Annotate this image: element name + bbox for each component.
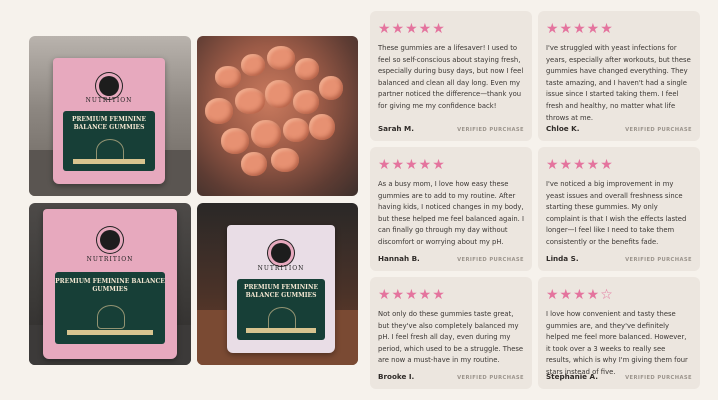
gummy xyxy=(205,98,233,124)
sun-logo-icon xyxy=(271,242,291,263)
sun-logo-icon xyxy=(100,230,120,250)
product-pouch: NUTRITION PREMIUM FEMININE BALANCE GUMMI… xyxy=(43,209,177,359)
pouch-product-name: PREMIUM FEMININE BALANCE GUMMIES xyxy=(71,115,147,131)
star-rating-icon: ★★★★★ xyxy=(546,21,614,37)
gummy xyxy=(309,114,335,140)
star-rating-icon: ★★★★★ xyxy=(378,21,446,37)
review-footer: Linda S. VERIFIED PURCHASE xyxy=(546,254,692,263)
review-text: As a busy mom, I love how easy these gum… xyxy=(378,180,525,246)
gummies-photo xyxy=(197,36,358,196)
product-photo-2: NUTRITION PREMIUM FEMININE BALANCE GUMMI… xyxy=(29,203,191,365)
pouch-band xyxy=(73,158,145,164)
gummy xyxy=(293,90,319,114)
review-text: Not only do these gummies taste great, b… xyxy=(378,310,524,365)
gummy xyxy=(241,152,267,176)
gummy xyxy=(235,88,265,114)
product-pouch: NUTRITION PREMIUM FEMININE BALANCE GUMMI… xyxy=(227,225,335,353)
gummy xyxy=(221,128,249,154)
review-card: ★★★★☆ I love how convenient and tasty th… xyxy=(538,277,700,389)
review-card: ★★★★★ As a busy mom, I love how easy the… xyxy=(370,147,532,271)
verified-purchase-badge: VERIFIED PURCHASE xyxy=(625,127,692,133)
pouch-band xyxy=(246,327,316,333)
gummy xyxy=(251,120,281,148)
verified-purchase-badge: VERIFIED PURCHASE xyxy=(625,375,692,381)
pouch-band xyxy=(67,330,153,335)
gummy xyxy=(267,46,295,70)
verified-purchase-badge: VERIFIED PURCHASE xyxy=(457,375,524,381)
review-card: ★★★★★ I've struggled with yeast infectio… xyxy=(538,11,700,141)
review-footer: Sarah M. VERIFIED PURCHASE xyxy=(378,124,524,133)
verified-purchase-badge: VERIFIED PURCHASE xyxy=(457,257,524,263)
gummy xyxy=(265,80,293,108)
sun-logo-icon xyxy=(99,75,119,96)
gummy xyxy=(295,58,319,80)
star-rating-icon: ★★★★★ xyxy=(378,157,446,173)
pouch-brand: NUTRITION xyxy=(85,97,133,105)
verified-purchase-badge: VERIFIED PURCHASE xyxy=(457,127,524,133)
review-author: Brooke I. xyxy=(378,372,415,381)
gummy xyxy=(283,118,309,142)
review-footer: Hannah B. VERIFIED PURCHASE xyxy=(378,254,524,263)
gummy xyxy=(271,148,299,172)
verified-purchase-badge: VERIFIED PURCHASE xyxy=(625,257,692,263)
review-card: ★★★★★ These gummies are a lifesaver! I u… xyxy=(370,11,532,141)
review-card: ★★★★★ Not only do these gummies taste gr… xyxy=(370,277,532,389)
review-card: ★★★★★ I've noticed a big improvement in … xyxy=(538,147,700,271)
star-rating-icon: ★★★★★ xyxy=(546,157,614,173)
review-text: I love how convenient and tasty these gu… xyxy=(546,310,688,376)
gummy xyxy=(319,76,343,100)
review-author: Linda S. xyxy=(546,254,579,263)
product-photo-1: NUTRITION PREMIUM FEMININE BALANCE GUMMI… xyxy=(29,36,191,196)
gummy xyxy=(241,54,265,76)
pouch-brand: NUTRITION xyxy=(86,255,134,263)
review-footer: Brooke I. VERIFIED PURCHASE xyxy=(378,372,524,381)
pouch-product-name: PREMIUM FEMININE BALANCE GUMMIES xyxy=(243,283,319,299)
review-text: I've struggled with yeast infections for… xyxy=(546,44,691,122)
review-author: Hannah B. xyxy=(378,254,420,263)
review-footer: Chloe K. VERIFIED PURCHASE xyxy=(546,124,692,133)
review-footer: Stephanie A. VERIFIED PURCHASE xyxy=(546,372,692,381)
review-author: Chloe K. xyxy=(546,124,580,133)
product-photo-3: NUTRITION PREMIUM FEMININE BALANCE GUMMI… xyxy=(197,203,358,365)
review-author: Sarah M. xyxy=(378,124,414,133)
star-rating-icon: ★★★★★ xyxy=(378,287,446,303)
review-author: Stephanie A. xyxy=(546,372,598,381)
gummy xyxy=(215,66,241,88)
pouch-product-name: PREMIUM FEMININE BALANCE GUMMIES xyxy=(55,278,165,293)
goddess-emblem-icon xyxy=(97,305,125,329)
review-text: I've noticed a big improvement in my yea… xyxy=(546,180,687,246)
pouch-brand: NUTRITION xyxy=(257,264,305,272)
product-pouch: NUTRITION PREMIUM FEMININE BALANCE GUMMI… xyxy=(53,58,165,184)
star-rating-icon: ★★★★☆ xyxy=(546,287,614,303)
review-text: These gummies are a lifesaver! I used to… xyxy=(378,44,524,110)
